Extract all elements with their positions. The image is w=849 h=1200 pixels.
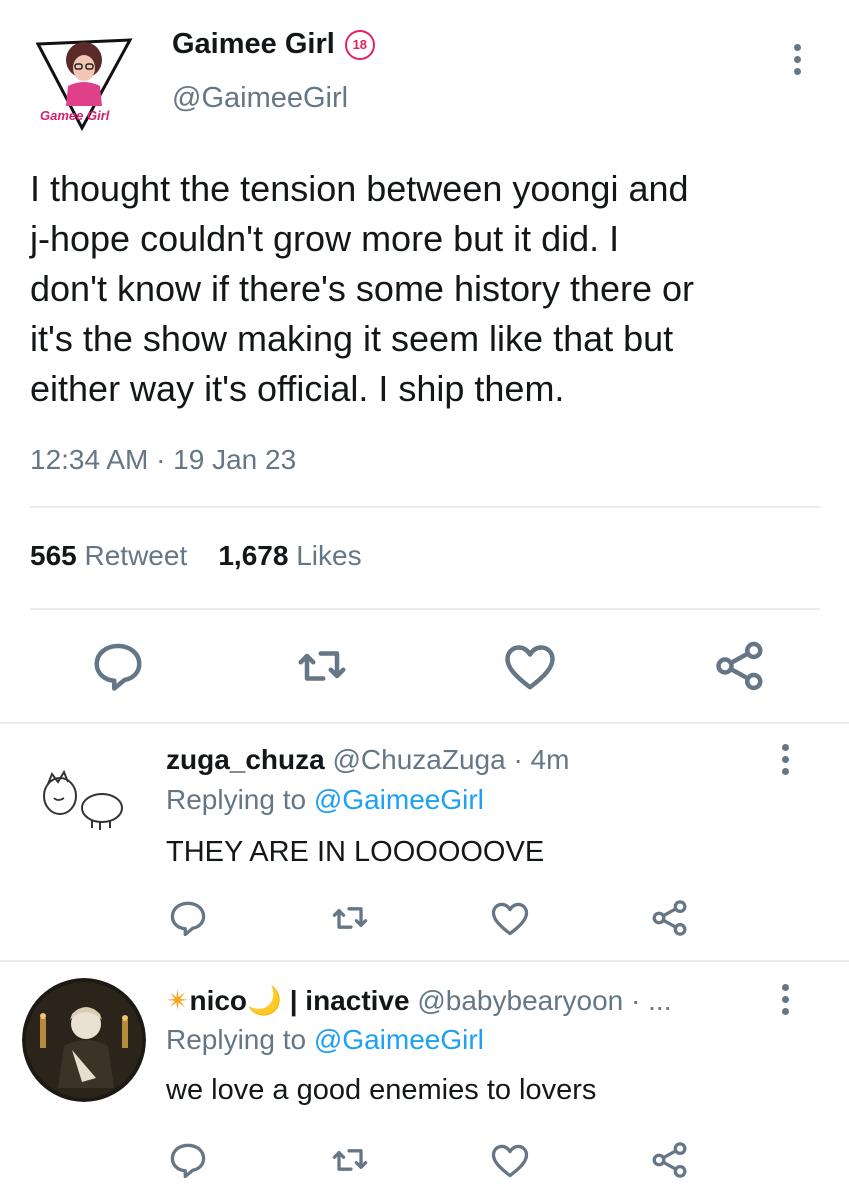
like-count[interactable]: 1,678 bbox=[218, 540, 288, 571]
reply-icon[interactable] bbox=[88, 636, 148, 696]
author-avatar[interactable]: Gamee Girl bbox=[32, 30, 136, 134]
likes-label[interactable]: Likes bbox=[296, 540, 361, 571]
reply-icon[interactable] bbox=[166, 1138, 210, 1182]
reply-avatar[interactable] bbox=[22, 978, 146, 1102]
tweet-text-line: it's the show making it seem like that b… bbox=[30, 318, 674, 359]
more-icon[interactable] bbox=[776, 982, 798, 1018]
replying-to: Replying to @GaimeeGirl bbox=[166, 1024, 484, 1056]
share-icon[interactable] bbox=[648, 896, 692, 940]
tweet-timestamp[interactable]: 12:34 AM · 19 Jan 23 bbox=[30, 444, 296, 476]
reply-header: zuga_chuza @ChuzaZuga · 4m bbox=[166, 744, 569, 776]
tweet-text-line: j-hope couldn't grow more but it did. I bbox=[30, 218, 620, 259]
retweet-label[interactable]: Retweet bbox=[85, 540, 188, 571]
replying-mention[interactable]: @GaimeeGirl bbox=[314, 1024, 484, 1055]
divider bbox=[30, 608, 820, 610]
reply-text: we love a good enemies to lovers bbox=[166, 1074, 597, 1106]
replying-to: Replying to @GaimeeGirl bbox=[166, 784, 484, 816]
divider bbox=[0, 722, 849, 724]
reply-avatar[interactable] bbox=[22, 744, 142, 864]
share-icon[interactable] bbox=[710, 636, 770, 696]
reply-header: ✴nico🌙 | inactive @babybearyoon · ... bbox=[166, 984, 671, 1017]
more-icon[interactable] bbox=[776, 742, 798, 778]
reply-author-name[interactable]: zuga_chuza bbox=[166, 744, 325, 775]
share-icon[interactable] bbox=[648, 1138, 692, 1182]
reply-author-handle[interactable]: @ChuzaZuga · 4m bbox=[332, 744, 569, 775]
like-icon[interactable] bbox=[488, 1138, 532, 1182]
tweet-stats: 565 Retweet 1,678 Likes bbox=[30, 540, 362, 572]
tweet-text: I thought the tension between yoongi and… bbox=[30, 164, 830, 414]
tweet-text-line: I thought the tension between yoongi and bbox=[30, 168, 689, 209]
author-name[interactable]: Gaimee Girl 18 bbox=[172, 28, 375, 61]
divider bbox=[30, 506, 820, 508]
like-icon[interactable] bbox=[500, 636, 560, 696]
replying-mention[interactable]: @GaimeeGirl bbox=[314, 784, 484, 815]
avatar-caption: Gamee Girl bbox=[40, 108, 110, 123]
divider bbox=[0, 960, 849, 962]
retweet-icon[interactable] bbox=[328, 1138, 372, 1182]
like-icon[interactable] bbox=[488, 896, 532, 940]
age-badge-18: 18 bbox=[344, 29, 375, 60]
retweet-icon[interactable] bbox=[328, 896, 372, 940]
reply-text: THEY ARE IN LOOOOOOVE bbox=[166, 836, 545, 868]
tweet-text-line: don't know if there's some history there… bbox=[30, 268, 695, 309]
retweet-count[interactable]: 565 bbox=[30, 540, 77, 571]
retweet-icon[interactable] bbox=[292, 636, 352, 696]
more-icon[interactable] bbox=[788, 42, 810, 78]
reply-author-status[interactable]: | inactive bbox=[290, 985, 410, 1016]
author-name-text: Gaimee Girl bbox=[172, 28, 335, 60]
replying-prefix: Replying to bbox=[166, 1024, 307, 1055]
reply-author-name[interactable]: nico bbox=[189, 985, 247, 1016]
author-handle[interactable]: @GaimeeGirl bbox=[172, 82, 348, 115]
moon-icon: 🌙 bbox=[247, 985, 282, 1016]
reply-author-handle[interactable]: @babybearyoon · ... bbox=[417, 985, 671, 1016]
replying-prefix: Replying to bbox=[166, 784, 307, 815]
tweet-text-line: either way it's official. I ship them. bbox=[30, 368, 565, 409]
reply-icon[interactable] bbox=[166, 896, 210, 940]
sparkle-icon: ✴ bbox=[166, 985, 190, 1016]
